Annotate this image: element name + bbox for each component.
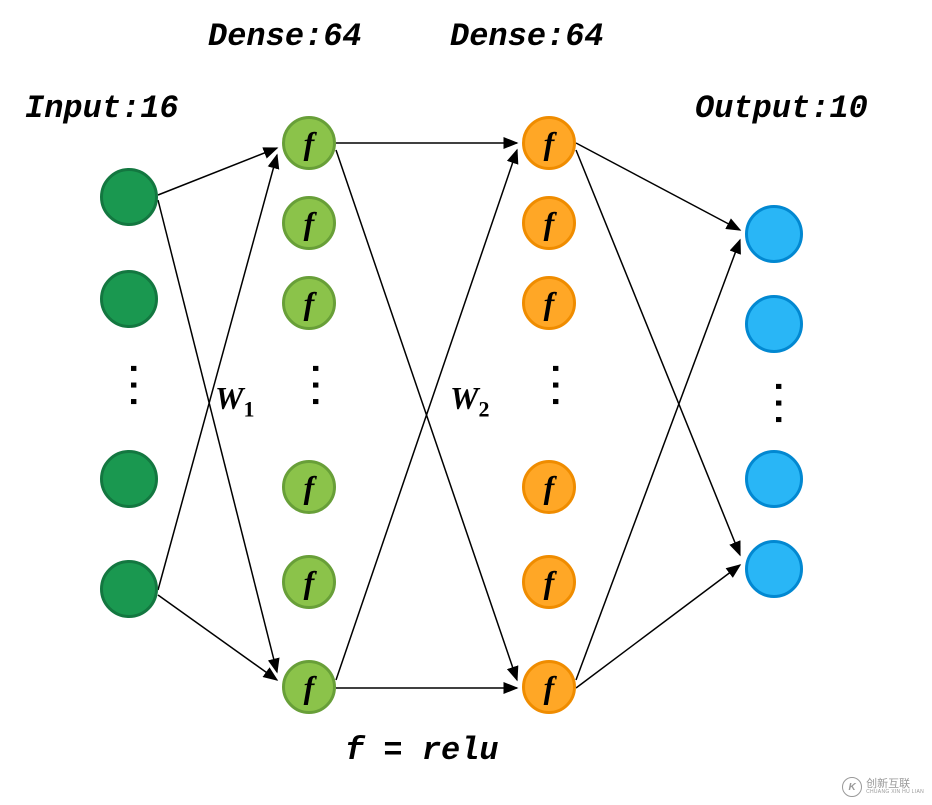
- hidden2-node: f: [522, 555, 576, 609]
- ellipsis-icon: ···: [757, 376, 798, 426]
- dense1-label: Dense:64: [208, 18, 362, 55]
- w2-label: W2: [450, 380, 489, 422]
- hidden1-node: f: [282, 276, 336, 330]
- dense2-label: Dense:64: [450, 18, 604, 55]
- output-node: [745, 450, 803, 508]
- watermark: K 创新互联 CHUANG XIN HU LIAN: [842, 777, 924, 797]
- hidden2-node: f: [522, 276, 576, 330]
- input-node: [100, 168, 158, 226]
- watermark-sub: CHUANG XIN HU LIAN: [866, 790, 924, 795]
- hidden2-node: f: [522, 660, 576, 714]
- input-label: Input:16: [25, 90, 179, 127]
- hidden1-node: f: [282, 196, 336, 250]
- input-node: [100, 560, 158, 618]
- diagram-canvas: Input:16 Dense:64 Dense:64 Output:10 f =…: [0, 0, 932, 805]
- hidden1-node: f: [282, 460, 336, 514]
- input-node: [100, 450, 158, 508]
- hidden1-node: f: [282, 660, 336, 714]
- hidden2-node: f: [522, 116, 576, 170]
- ellipsis-icon: ···: [534, 358, 575, 408]
- hidden2-node: f: [522, 196, 576, 250]
- hidden1-node: f: [282, 116, 336, 170]
- hidden1-node: f: [282, 555, 336, 609]
- output-label: Output:10: [695, 90, 868, 127]
- ellipsis-icon: ···: [112, 358, 153, 408]
- input-node: [100, 270, 158, 328]
- watermark-icon: K: [842, 777, 862, 797]
- output-node: [745, 295, 803, 353]
- activation-label: f = relu: [345, 732, 499, 769]
- w1-label: W1: [215, 380, 254, 422]
- output-node: [745, 540, 803, 598]
- output-node: [745, 205, 803, 263]
- ellipsis-icon: ···: [294, 358, 335, 408]
- hidden2-node: f: [522, 460, 576, 514]
